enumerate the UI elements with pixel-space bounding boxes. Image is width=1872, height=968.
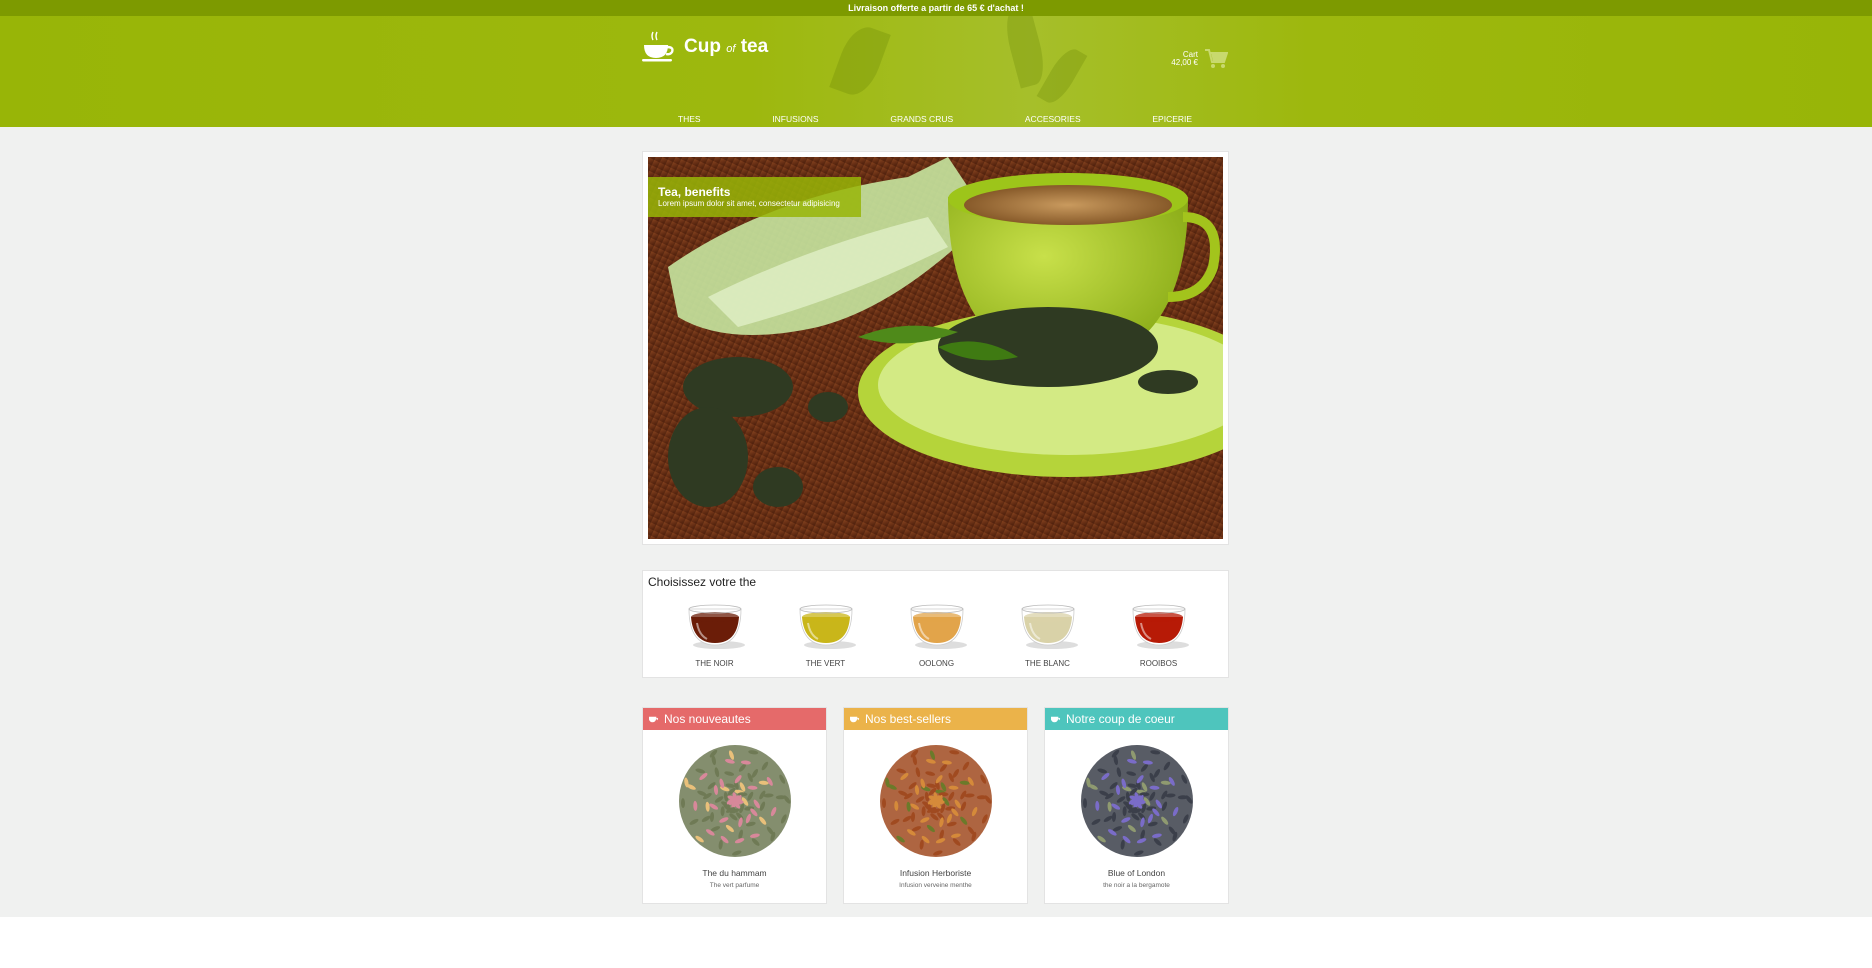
- hero-caption: Tea, benefits Lorem ipsum dolor sit amet…: [648, 177, 861, 217]
- logo-wordmark: Cup of tea: [684, 36, 769, 57]
- product-name: Blue of London: [1107, 868, 1166, 878]
- cart-link[interactable]: Cart 42,00 €: [1171, 48, 1228, 70]
- tea-option-the-vert[interactable]: THE VERT: [786, 599, 866, 668]
- tea-option-label: ROOIBOS: [1139, 659, 1178, 668]
- product-image: [1080, 745, 1193, 857]
- card-header: Notre coup de coeur: [1045, 708, 1228, 730]
- shipping-banner: Livraison offerte a partir de 65 € d'ach…: [0, 0, 1872, 16]
- product-name: The du hammam: [702, 868, 767, 878]
- tea-list: THE NOIR THE VERT OOLONG THE BLANC ROOIBOS: [643, 599, 1230, 668]
- main-content: Tea, benefits Lorem ipsum dolor sit amet…: [0, 127, 1872, 917]
- site-header: Cup of tea Cart 42,00 € THES INFUSIONS G…: [0, 16, 1872, 127]
- tea-option-label: OOLONG: [918, 659, 955, 668]
- card-header-title: Nos best-sellers: [865, 712, 952, 726]
- tea-option-label: THE VERT: [805, 659, 846, 668]
- product-description: the noir a la bergamote: [1103, 882, 1170, 889]
- tea-glass-icon: [1132, 604, 1189, 649]
- hero-subtitle: Lorem ipsum dolor sit amet, consectetur …: [658, 199, 840, 208]
- tea-chooser-title: Choisissez votre the: [648, 575, 757, 589]
- product-description: The vert parfume: [709, 882, 760, 889]
- nav-item-epicerie[interactable]: EPICERIE: [1152, 114, 1192, 127]
- tea-option-the-noir[interactable]: THE NOIR: [675, 599, 755, 668]
- tea-glass-icon: [799, 604, 856, 649]
- main-nav: THES INFUSIONS GRANDS CRUS ACCESORIES EP…: [642, 114, 1228, 127]
- product-name: Infusion Herboriste: [899, 868, 972, 878]
- teacup-icon: [642, 31, 674, 62]
- hero-image: Tea, benefits Lorem ipsum dolor sit amet…: [648, 157, 1223, 539]
- product-image: [879, 745, 992, 857]
- product-card-new-products[interactable]: Nos nouveautes The du hammam The vert parf…: [642, 707, 827, 904]
- nav-item-grands-crus[interactable]: GRANDS CRUS: [890, 114, 953, 127]
- teacup-icon: [1051, 716, 1061, 723]
- tea-option-oolong[interactable]: OOLONG: [897, 599, 977, 668]
- card-header-title: Nos nouveautes: [664, 712, 751, 726]
- teacup-icon: [649, 716, 659, 723]
- card-header-title: Notre coup de coeur: [1066, 712, 1175, 726]
- product-card-favorite[interactable]: Notre coup de coeur Blue of London the noi…: [1044, 707, 1229, 904]
- card-header: Nos nouveautes: [643, 708, 826, 730]
- tea-option-label: THE BLANC: [1025, 659, 1070, 668]
- cart-amount: 42,00 €: [1171, 58, 1198, 67]
- tea-option-label: THE NOIR: [695, 659, 734, 668]
- tea-chooser: Choisissez votre the THE NOIR THE VERT OOL…: [642, 570, 1229, 678]
- tea-option-the-blanc[interactable]: THE BLANC: [1008, 599, 1088, 668]
- page-footer-space: [0, 917, 1872, 968]
- product-description: Infusion verveine menthe: [899, 882, 972, 889]
- product-card-best-sellers[interactable]: Nos best-sellers Infusion Herboriste Infus…: [843, 707, 1028, 904]
- featured-products: Nos nouveautes The du hammam The vert parf…: [642, 707, 1229, 904]
- nav-item-thes[interactable]: THES: [678, 114, 701, 127]
- hero-slider[interactable]: Tea, benefits Lorem ipsum dolor sit amet…: [642, 151, 1229, 545]
- tea-option-rooibos[interactable]: ROOIBOS: [1119, 599, 1199, 668]
- tea-glass-icon: [910, 604, 967, 649]
- tea-glass-icon: [1021, 604, 1078, 649]
- card-header: Nos best-sellers: [844, 708, 1027, 730]
- site-logo[interactable]: Cup of tea: [642, 30, 768, 64]
- tea-glass-icon: [688, 604, 745, 649]
- nav-item-infusions[interactable]: INFUSIONS: [772, 114, 818, 127]
- teacup-icon: [850, 716, 860, 723]
- product-image: [678, 745, 791, 857]
- nav-item-accesories[interactable]: ACCESORIES: [1025, 114, 1081, 127]
- hero-title: Tea, benefits: [658, 185, 731, 199]
- shopping-cart-icon: [1205, 49, 1228, 68]
